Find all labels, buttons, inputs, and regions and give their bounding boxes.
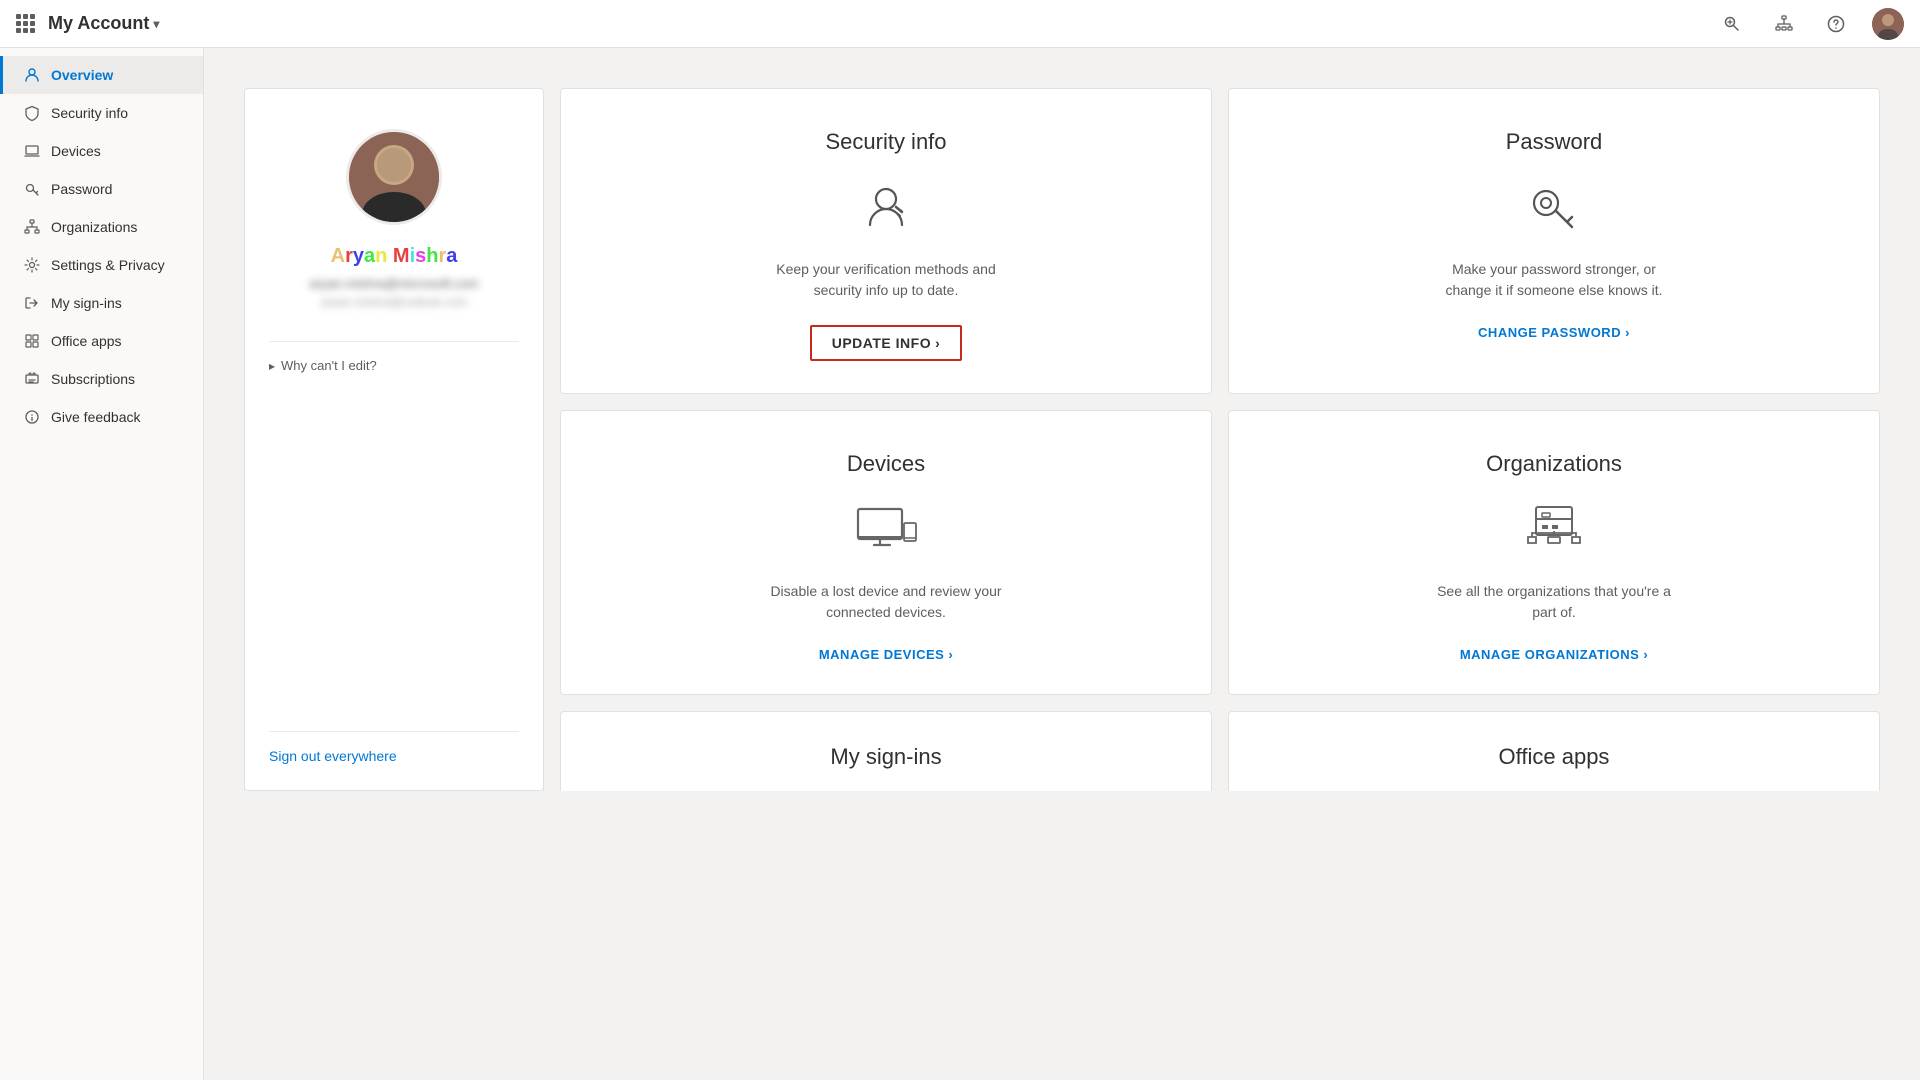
chevron-down-icon: ▾	[153, 17, 159, 31]
sidebar-item-devices[interactable]: Devices	[0, 132, 203, 170]
org-chart-icon[interactable]	[1768, 8, 1800, 40]
sidebar-item-office-apps[interactable]: Office apps	[0, 322, 203, 360]
organizations-icon	[1522, 497, 1586, 561]
avatar[interactable]	[1872, 8, 1904, 40]
my-sign-ins-card-partial: My sign-ins	[560, 711, 1212, 791]
chevron-right-icon: ›	[935, 335, 940, 351]
change-password-link[interactable]: CHANGE PASSWORD ›	[1478, 325, 1630, 340]
devices-icon	[854, 497, 918, 561]
sidebar-item-overview[interactable]: Overview	[0, 56, 203, 94]
profile-card: Aryan Mishra aryan.mishra@microsoft.com …	[244, 88, 544, 791]
chevron-right-icon: ›	[948, 647, 953, 662]
password-title: Password	[1506, 129, 1603, 155]
chevron-icon: ▸	[269, 359, 275, 373]
why-cant-edit[interactable]: ▸ Why can't I edit?	[269, 358, 377, 373]
sidebar-item-password[interactable]: Password	[0, 170, 203, 208]
sidebar-item-label: Settings & Privacy	[51, 257, 165, 273]
sidebar-item-security-info[interactable]: Security info	[0, 94, 203, 132]
office-apps-card-partial: Office apps	[1228, 711, 1880, 791]
password-icon	[1522, 175, 1586, 239]
sidebar-item-settings-privacy[interactable]: Settings & Privacy	[0, 246, 203, 284]
shield-icon	[23, 104, 41, 122]
office-apps-title: Office apps	[1499, 744, 1610, 770]
subscriptions-icon	[23, 370, 41, 388]
password-card: Password Make your password stronger, or…	[1228, 88, 1880, 394]
person-search-icon[interactable]	[1716, 8, 1748, 40]
sidebar-item-label: Organizations	[51, 219, 137, 235]
sidebar-item-organizations[interactable]: Organizations	[0, 208, 203, 246]
manage-organizations-link[interactable]: MANAGE ORGANIZATIONS ›	[1460, 647, 1648, 662]
why-cant-edit-label: Why can't I edit?	[281, 358, 377, 373]
organizations-card: Organizations See all the organizations …	[1228, 410, 1880, 695]
sidebar-item-label: Password	[51, 181, 112, 197]
sidebar-item-give-feedback[interactable]: Give feedback	[0, 398, 203, 436]
my-sign-ins-title: My sign-ins	[830, 744, 941, 770]
sidebar-item-label: Devices	[51, 143, 101, 159]
security-info-desc: Keep your verification methods and secur…	[766, 259, 1006, 301]
sidebar-item-subscriptions[interactable]: Subscriptions	[0, 360, 203, 398]
profile-detail: aryan.mishra@outlook.com	[321, 295, 467, 309]
devices-desc: Disable a lost device and review your co…	[766, 581, 1006, 623]
profile-name: Aryan Mishra	[331, 245, 458, 268]
chevron-right-icon: ›	[1643, 647, 1648, 662]
sidebar-item-label: Subscriptions	[51, 371, 135, 387]
settings-icon	[23, 256, 41, 274]
main-layout: Overview Security info Devices	[0, 48, 1920, 1080]
apps-icon	[23, 332, 41, 350]
sidebar: Overview Security info Devices	[0, 48, 204, 1080]
app-title[interactable]: My Account ▾	[48, 13, 159, 34]
sidebar-item-label: Security info	[51, 105, 128, 121]
update-info-button[interactable]: UPDATE INFO ›	[810, 325, 963, 361]
sidebar-item-label: Give feedback	[51, 409, 141, 425]
sidebar-item-my-sign-ins[interactable]: My sign-ins	[0, 284, 203, 322]
profile-email: aryan.mishra@microsoft.com	[309, 276, 478, 291]
org-icon	[23, 218, 41, 236]
security-info-title: Security info	[825, 129, 946, 155]
app-launcher-icon[interactable]	[16, 14, 36, 34]
chevron-right-icon: ›	[1625, 325, 1630, 340]
manage-devices-link[interactable]: MANAGE DEVICES ›	[819, 647, 953, 662]
profile-signout: Sign out everywhere	[269, 731, 519, 766]
person-icon	[23, 66, 41, 84]
profile-avatar	[346, 129, 442, 225]
key-icon	[23, 180, 41, 198]
sidebar-item-label: My sign-ins	[51, 295, 122, 311]
app-title-text: My Account	[48, 13, 149, 34]
organizations-desc: See all the organizations that you're a …	[1434, 581, 1674, 623]
feedback-icon	[23, 408, 41, 426]
header-actions	[1716, 8, 1904, 40]
laptop-icon	[23, 142, 41, 160]
devices-card: Devices Disable a lost device and review…	[560, 410, 1212, 695]
header: My Account ▾	[0, 0, 1920, 48]
help-icon[interactable]	[1820, 8, 1852, 40]
sidebar-item-label: Office apps	[51, 333, 122, 349]
signin-icon	[23, 294, 41, 312]
profile-avatar-image	[349, 132, 439, 222]
profile-divider	[269, 341, 519, 342]
password-desc: Make your password stronger, or change i…	[1434, 259, 1674, 301]
security-info-icon	[854, 175, 918, 239]
sign-out-everywhere-link[interactable]: Sign out everywhere	[269, 748, 397, 764]
organizations-title: Organizations	[1486, 451, 1622, 477]
devices-title: Devices	[847, 451, 925, 477]
content-area: Aryan Mishra aryan.mishra@microsoft.com …	[204, 48, 1920, 1080]
sidebar-item-label: Overview	[51, 67, 113, 83]
security-info-card: Security info Keep your verification met…	[560, 88, 1212, 394]
